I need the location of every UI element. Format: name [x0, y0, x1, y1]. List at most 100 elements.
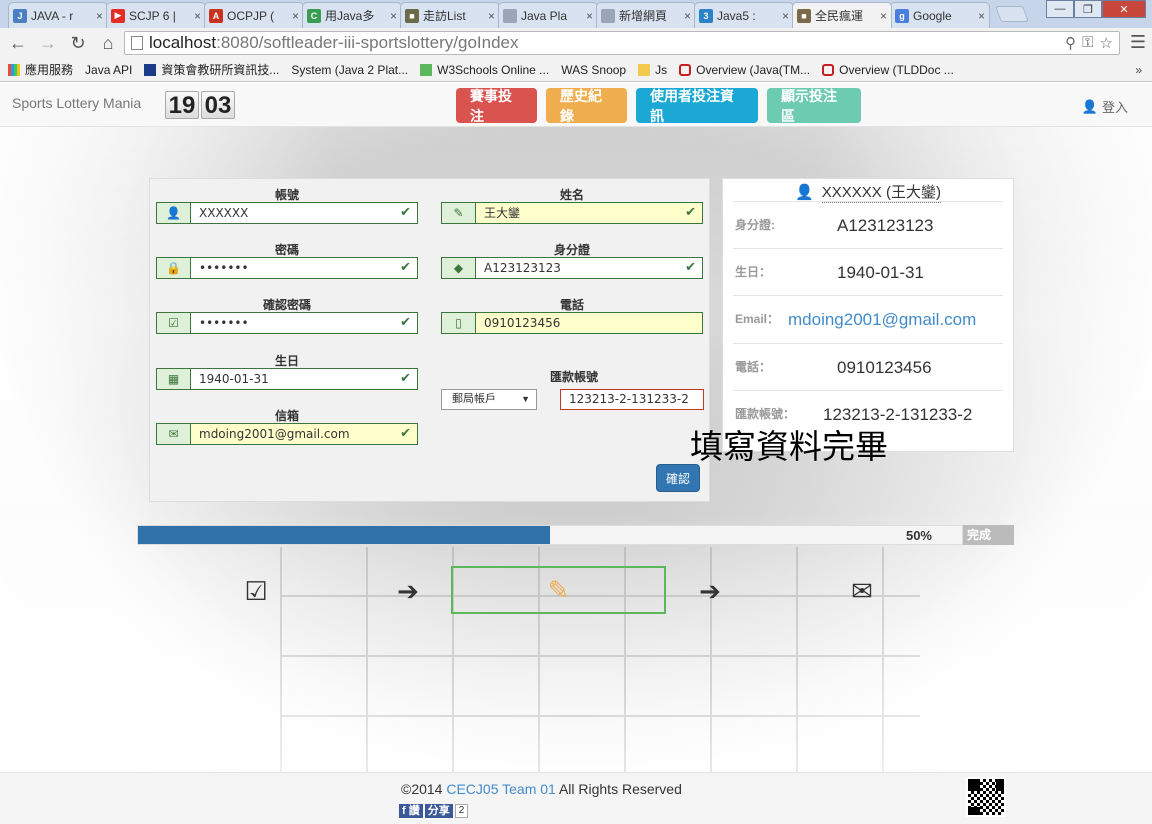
browser-tab[interactable]: g Google × — [890, 2, 990, 28]
close-window-icon[interactable]: ✕ — [1102, 0, 1146, 18]
home-icon[interactable]: ⌂ — [96, 31, 120, 55]
close-tab-icon[interactable]: × — [390, 9, 397, 23]
bookmark-item[interactable]: Overview (TLDDoc ... — [822, 63, 954, 77]
menu-icon[interactable]: ☰ — [1130, 32, 1146, 53]
clock-hours: 19 — [165, 91, 199, 119]
bank-type-select[interactable]: 郵局帳戶 ▼ — [441, 389, 537, 410]
close-tab-icon[interactable]: × — [978, 9, 985, 23]
site-brand[interactable]: Sports Lottery Mania — [12, 95, 141, 111]
clock-minutes: 03 — [201, 91, 235, 119]
close-tab-icon[interactable]: × — [488, 9, 495, 23]
phone-icon: ▯ — [442, 313, 476, 333]
zoom-icon[interactable]: ⚲ — [1065, 34, 1076, 52]
browser-tab[interactable]: A OCPJP (× — [204, 2, 304, 28]
browser-tab[interactable]: C 用Java多 × — [302, 2, 402, 28]
tab-label: Google — [913, 8, 952, 23]
close-tab-icon[interactable]: × — [880, 9, 887, 23]
history-button[interactable]: 歷史紀錄 — [546, 88, 627, 124]
browser-tab[interactable]: Java Pla × — [498, 2, 598, 28]
bookmark-item[interactable]: W3Schools Online ... — [420, 63, 549, 77]
bookmark-item[interactable]: System (Java 2 Plat... — [0, 63, 408, 153]
bookmarks-more[interactable]: » — [1135, 63, 1142, 77]
close-tab-icon[interactable]: × — [96, 9, 103, 23]
email-input[interactable]: mdoing2001@gmail.com ✔ — [191, 424, 417, 444]
browser-tab[interactable]: 新增網頁 × — [596, 2, 696, 28]
bookmark-star-icon[interactable]: ☆ — [1100, 34, 1113, 52]
site-navbar: Sports Lottery Mania 19 03 賽事投注 歷史紀錄 使用者… — [0, 83, 1152, 127]
back-icon[interactable]: ← — [6, 31, 30, 55]
close-tab-icon[interactable]: × — [684, 9, 691, 23]
reload-icon[interactable]: ↻ — [66, 31, 90, 55]
new-tab-button[interactable] — [995, 6, 1029, 22]
progress-bar: 50% — [137, 525, 963, 545]
match-betting-button[interactable]: 賽事投注 — [456, 88, 537, 124]
browser-tab[interactable]: J JAVA - r × — [8, 2, 108, 28]
tab-label: JAVA - r — [31, 8, 74, 23]
login-link[interactable]: 👤 登入 — [1082, 97, 1128, 116]
summary-row: 身分證: A123123123 — [733, 201, 1003, 248]
address-bar[interactable]: localhost:8080/softleader-iii-sportslott… — [124, 31, 1120, 55]
close-tab-icon[interactable]: × — [782, 9, 789, 23]
browser-tab[interactable]: ■ 全民瘋運 × — [792, 2, 892, 28]
team-link[interactable]: CECJ05 Team 01 — [446, 781, 555, 797]
minimize-icon[interactable]: — — [1046, 0, 1074, 18]
confirm-password-group: 確認密碼 ☑ ••••••• ✔ — [156, 296, 418, 334]
bank-account-input[interactable]: 123213-2-131233-2 — [560, 389, 704, 410]
phone-label: 電話 — [559, 298, 584, 312]
close-tab-icon[interactable]: × — [586, 9, 593, 23]
browser-tab[interactable]: ■ 走訪List × — [400, 2, 500, 28]
password-input[interactable]: ••••••• ✔ — [191, 258, 417, 278]
name-input[interactable]: 王大鑾 ✔ — [476, 203, 702, 223]
page-icon — [601, 8, 615, 23]
check-icon: ✔ — [685, 260, 696, 275]
tab-label: Java5 : — [717, 8, 756, 23]
phone-input[interactable]: 0910123456 — [476, 313, 702, 333]
bookmark-label: Java API — [85, 62, 133, 77]
show-bet-area-button[interactable]: 顯示投注區 — [767, 88, 861, 124]
summary-row: 生日： 1940-01-31 — [733, 248, 1003, 295]
bookmark-item[interactable]: 應用服務 — [8, 61, 73, 78]
bookmark-item[interactable]: 資策會教研所資訊技... — [144, 61, 279, 78]
user-bet-info-button[interactable]: 使用者投注資訊 — [636, 88, 758, 124]
restore-icon[interactable]: ❐ — [1074, 0, 1102, 18]
birthday-input[interactable]: 1940-01-31 ✔ — [191, 369, 417, 389]
id-input[interactable]: A123123123 ✔ — [476, 258, 702, 278]
forward-icon[interactable]: → — [36, 31, 60, 55]
check-circle-icon: ☑ — [157, 313, 191, 333]
bookmark-label: W3Schools Online ... — [437, 62, 550, 77]
name-label: 姓名 — [559, 188, 584, 202]
bookmark-item[interactable]: WAS Snoop — [0, 63, 626, 153]
email-link[interactable]: mdoing2001@gmail.com — [788, 310, 976, 330]
bookmark-label: Overview (TLDDoc ... — [839, 62, 954, 77]
close-tab-icon[interactable]: × — [292, 9, 299, 23]
user-icon: 👤 — [1081, 98, 1098, 114]
account-input[interactable]: XXXXXX ✔ — [191, 203, 417, 223]
confirm-password-input[interactable]: ••••••• ✔ — [191, 313, 417, 333]
facebook-share-button[interactable]: 分享 — [424, 804, 453, 818]
close-tab-icon[interactable]: × — [194, 9, 201, 23]
birthday-group: 生日 ▦ 1940-01-31 ✔ — [156, 352, 418, 390]
browser-tab[interactable]: ▶ SCJP 6 | × — [106, 2, 206, 28]
tag-icon: ◆ — [442, 258, 476, 278]
check-icon: ✔ — [400, 426, 411, 441]
facebook-like-button[interactable]: f 讚 — [399, 804, 423, 818]
page-icon — [503, 8, 517, 23]
google-icon: g — [895, 8, 909, 23]
browser-tab[interactable]: 3 Java5 : × — [694, 2, 794, 28]
completion-text: 填寫資料完畢 — [690, 427, 888, 466]
summary-row: 電話： 0910123456 — [733, 343, 1003, 390]
user-icon: 👤 — [157, 203, 191, 223]
w3-icon — [420, 63, 433, 76]
progress-fill — [138, 526, 550, 544]
password-group: 密碼 🔒 ••••••• ✔ — [156, 241, 418, 279]
account-group: 帳號 👤 XXXXXX ✔ — [156, 186, 418, 224]
bookmark-item[interactable]: Java API — [0, 62, 133, 153]
bookmark-item[interactable]: Overview (Java(TM... — [679, 63, 810, 77]
bookmark-item[interactable]: Js — [638, 63, 667, 77]
web-page: Sports Lottery Mania 19 03 賽事投注 歷史紀錄 使用者… — [0, 83, 1152, 824]
confirm-button[interactable]: 確認 — [656, 464, 700, 492]
key-icon[interactable]: ⚿ — [1082, 34, 1093, 52]
lock-icon: 🔒 — [157, 258, 191, 278]
blue-page-icon: J — [13, 8, 27, 23]
social-buttons: f 讚 分享 2 — [399, 804, 469, 818]
